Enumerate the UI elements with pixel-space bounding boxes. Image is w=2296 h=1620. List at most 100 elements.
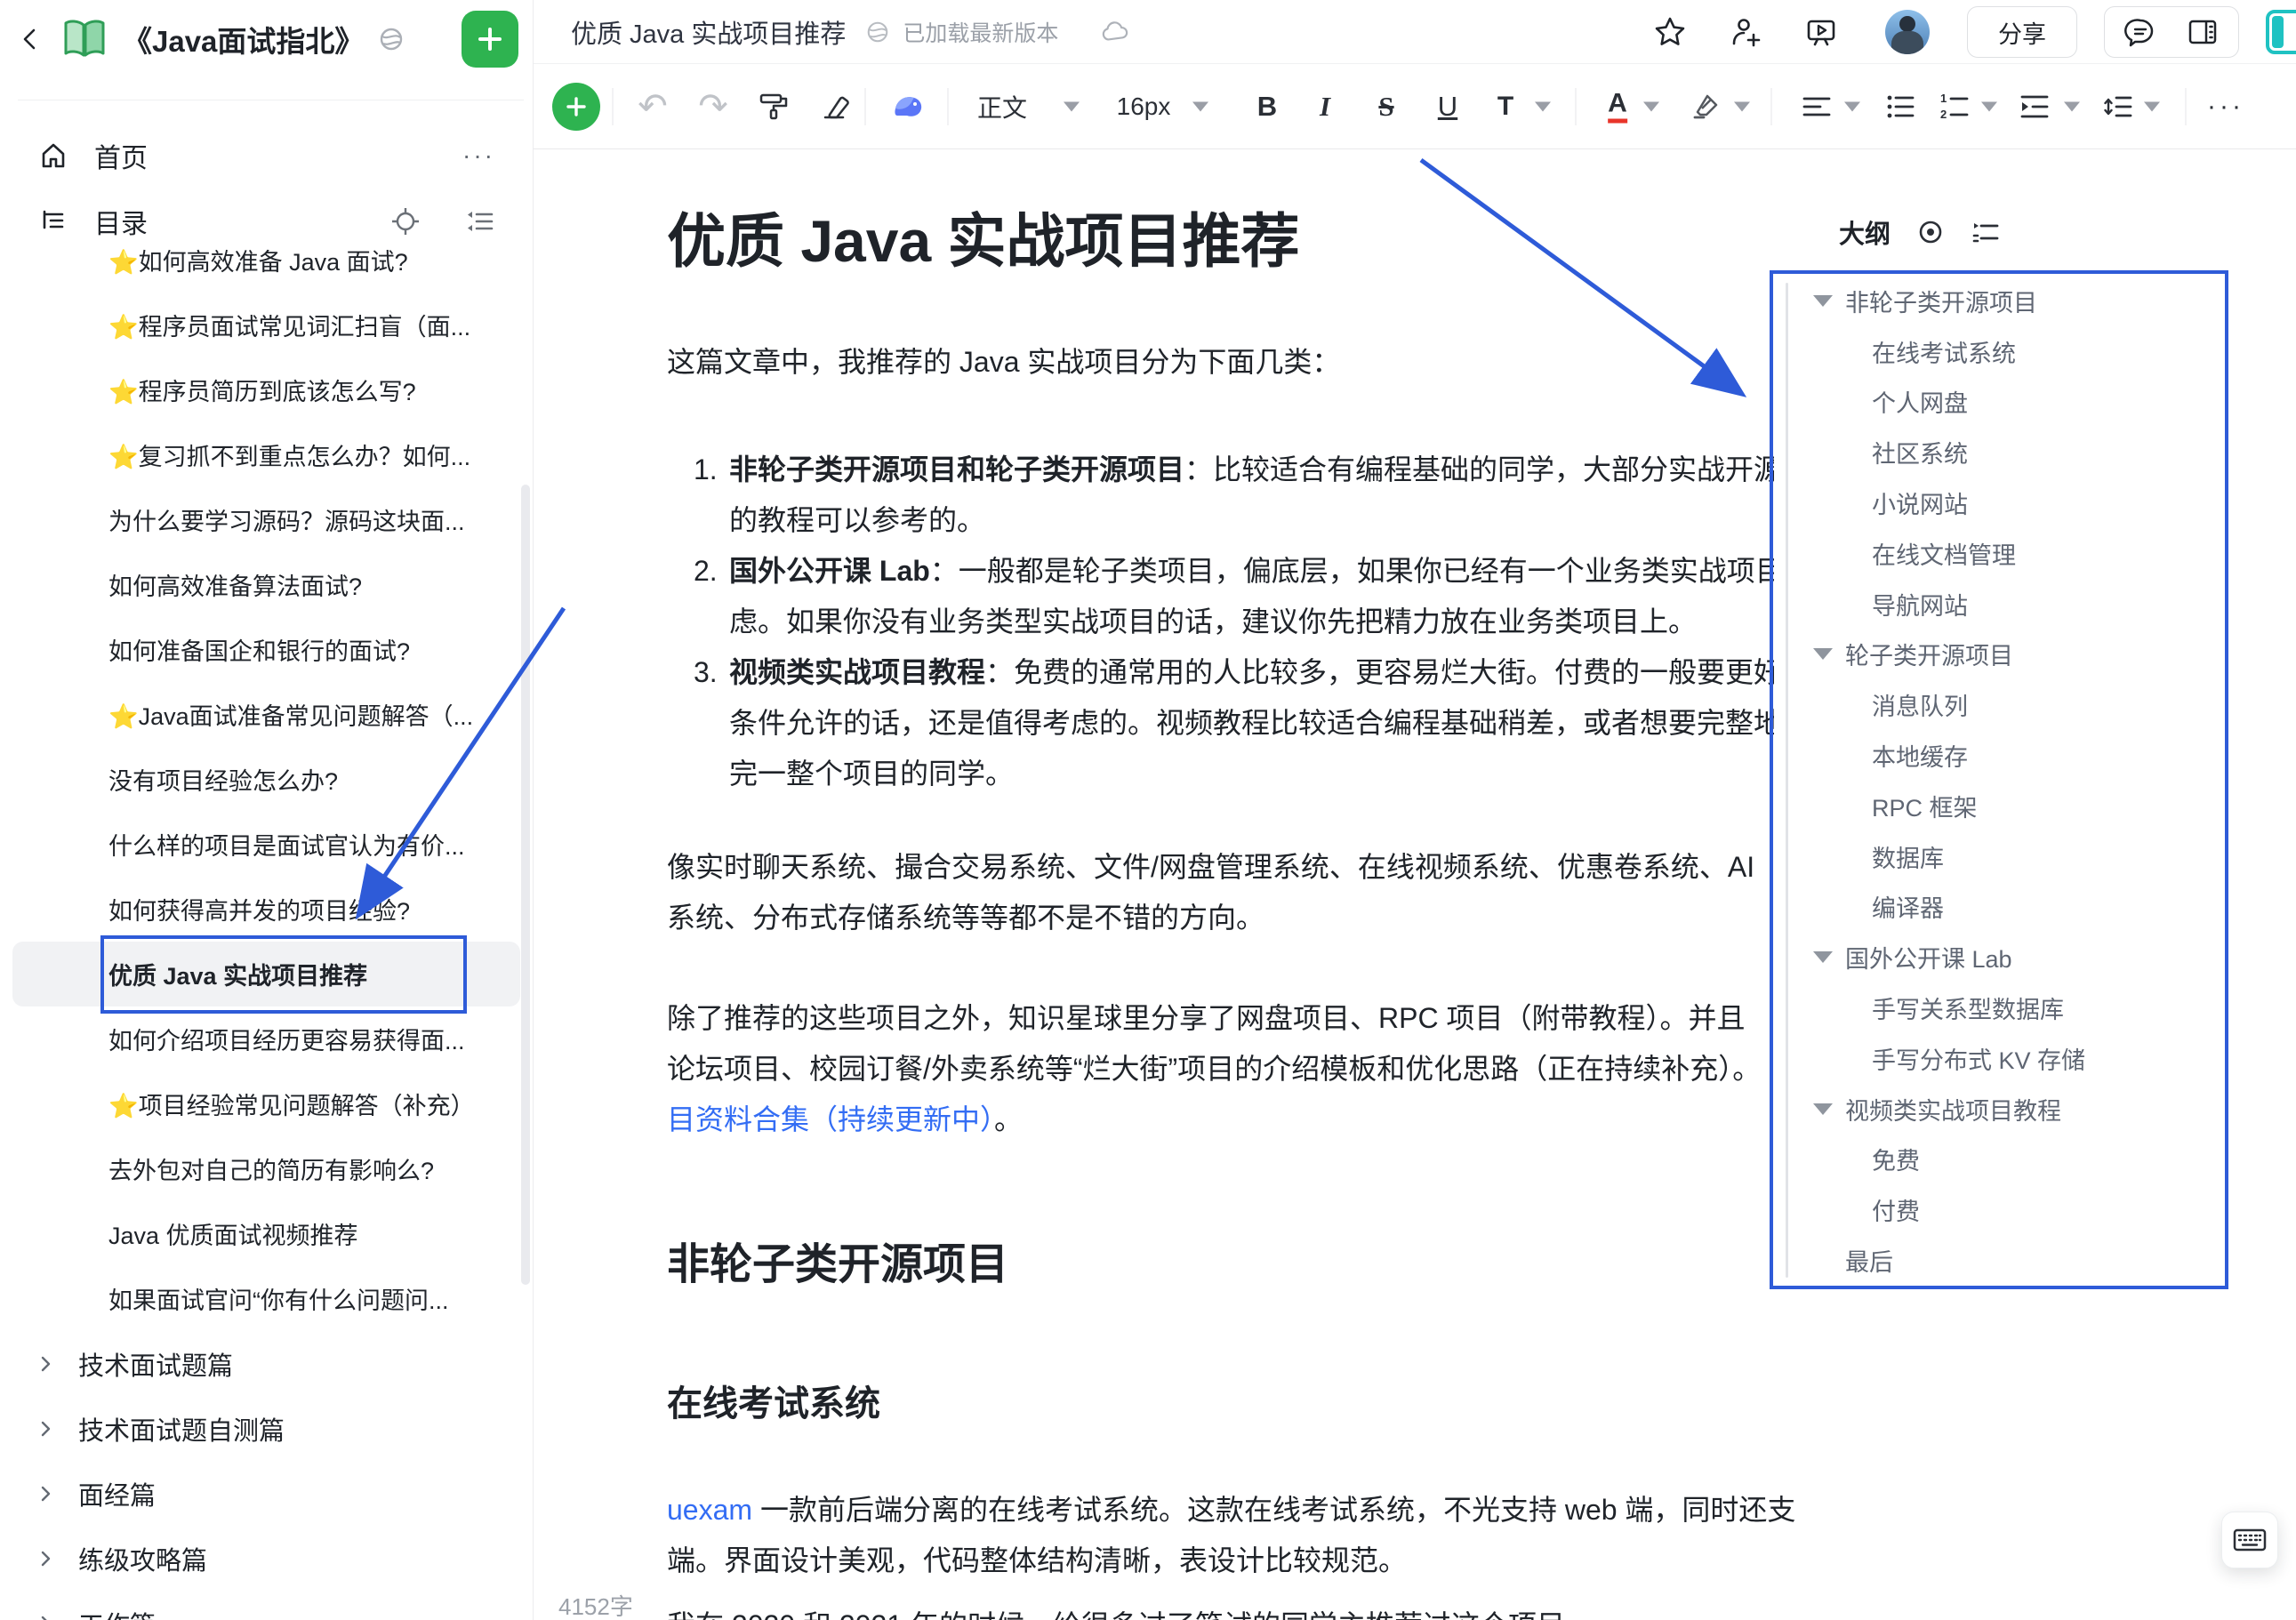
add-page-button[interactable] [462,11,518,68]
sidebar-section-item[interactable]: 技术面试题篇 [12,1331,520,1396]
chevron-down-icon[interactable] [1734,101,1750,111]
outline-item[interactable]: 编译器 [1774,882,2223,933]
chevron-down-icon[interactable] [2064,101,2080,111]
bold-button[interactable]: B [1257,91,1277,123]
sidebar-page-item[interactable]: 如何介绍项目经历更容易获得面... [12,1006,520,1071]
bullet-list-button[interactable] [1884,91,1916,123]
chevron-down-icon[interactable] [1643,101,1659,111]
outline-item[interactable]: 最后 [1774,1235,2223,1285]
sidebar-scrollbar[interactable] [521,485,530,1285]
font-color-button[interactable]: A [1608,90,1627,123]
header-actions: 分享 [1652,0,2296,64]
sidebar-page-item[interactable]: 如何高效准备算法面试? [12,552,520,617]
share-button[interactable]: 分享 [1967,6,2077,58]
sidebar-section-item[interactable]: 练级攻略篇 [12,1526,520,1591]
outline-item[interactable]: 小说网站 [1774,477,2223,528]
sidebar-section-item[interactable]: 技术面试题自测篇 [12,1396,520,1461]
outline-item[interactable]: 在线考试系统 [1774,326,2223,377]
sidebar-page-item[interactable]: 什么样的项目是面试官认为有价... [12,812,520,877]
outline-item[interactable]: 消息队列 [1774,679,2223,730]
numbered-list-button[interactable]: 12 [1939,91,1971,123]
sidebar-page-item[interactable]: 优质 Java 实战项目推荐 [12,942,520,1006]
back-button[interactable] [14,23,46,55]
outline-item[interactable]: 数据库 [1774,831,2223,882]
chevron-down-icon[interactable] [1981,101,1997,111]
outline-item[interactable]: RPC 框架 [1774,781,2223,831]
chevron-down-icon[interactable] [1813,648,1833,660]
outline-item[interactable]: 手写关系型数据库 [1774,982,2223,1033]
sidebar-page-label: 如何高效准备算法面试? [108,567,362,602]
undo-button[interactable]: ↶ [638,86,668,127]
sidebar-page-item[interactable]: ⭐项目经验常见问题解答（补充） [12,1071,520,1136]
more-icon[interactable]: ··· [462,141,495,170]
outline-list-icon[interactable] [1971,217,2001,247]
insert-block-button[interactable] [552,83,600,131]
sidebar-page-item[interactable]: 如何准备国企和银行的面试? [12,617,520,682]
sidebar-page-item[interactable]: ⭐程序员面试常见词汇扫盲（面... [12,293,520,357]
present-icon[interactable] [1803,14,1839,50]
chevron-down-icon[interactable] [1813,951,1833,963]
sidebar-page-item[interactable]: 如何获得高并发的项目经验? [12,877,520,942]
eye-icon[interactable] [1915,217,1946,247]
highlight-color-icon[interactable] [1690,91,1722,123]
format-painter-icon[interactable] [759,91,791,123]
outline-item[interactable]: 手写分布式 KV 存储 [1774,1033,2223,1084]
chevron-down-icon[interactable] [1535,101,1551,111]
eraser-icon[interactable] [818,91,850,123]
sidebar-page-item[interactable]: 去外包对自己的简历有影响么? [12,1136,520,1201]
sidebar-page-item[interactable]: ⭐复习抓不到重点怎么办？如何... [12,422,520,487]
doc-text: 视频类实战项目教程 [729,656,985,688]
comment-icon[interactable] [2124,16,2156,48]
sidebar-page-item[interactable]: ⭐如何高效准备 Java 面试? [12,228,520,293]
outline-item-label: 个人网盘 [1872,384,1968,419]
chevron-down-icon[interactable] [1064,101,1080,111]
sidebar-section-item[interactable]: 工作篇 [12,1591,520,1620]
outline-item[interactable]: 轮子类开源项目 [1774,630,2223,680]
italic-button[interactable]: I [1320,91,1330,123]
chevron-down-icon[interactable] [1844,101,1860,111]
underline-button[interactable]: U [1438,91,1457,123]
outline-item[interactable]: 个人网盘 [1774,377,2223,428]
add-collaborator-icon[interactable] [1729,14,1764,50]
sidebar-page-item[interactable]: ⭐Java面试准备常见问题解答（... [12,682,520,747]
outline-item[interactable]: 国外公开课 Lab [1774,932,2223,982]
doc-link[interactable]: uexam [667,1494,752,1526]
line-spacing-button[interactable] [2102,91,2134,123]
align-button[interactable] [1801,91,1833,123]
outline-item[interactable]: 视频类实战项目教程 [1774,1084,2223,1135]
strikethrough-button[interactable]: S [1378,91,1393,123]
sidebar-page-item[interactable]: 为什么要学习源码？源码这块面... [12,487,520,552]
star-icon[interactable] [1652,14,1688,50]
outline-item[interactable]: 付费 [1774,1184,2223,1235]
side-panel-toggle-icon[interactable] [2266,10,2296,54]
toolbar-more-button[interactable]: ··· [2207,92,2244,122]
outline-item[interactable]: 导航网站 [1774,579,2223,630]
keyboard-shortcuts-button[interactable] [2221,1512,2278,1568]
sidebar-page-item[interactable]: ⭐程序员简历到底该怎么写? [12,357,520,422]
outline-item[interactable]: 社区系统 [1774,427,2223,477]
sidebar-item-home[interactable]: 首页 ··· [12,126,520,185]
chevron-down-icon[interactable] [2144,101,2160,111]
clear-format-button[interactable]: T [1497,92,1513,122]
outline-item-label: 手写关系型数据库 [1872,990,2064,1025]
chevron-down-icon[interactable] [1813,295,1833,307]
avatar[interactable] [1885,10,1930,54]
ai-assistant-icon[interactable] [890,89,926,124]
sidebar-section-item[interactable]: 面经篇 [12,1461,520,1526]
sidebar-page-item[interactable]: 如果面试官问“你有什么问题问... [12,1266,520,1331]
chevron-down-icon[interactable] [1813,1103,1833,1115]
sidebar-layout-icon[interactable] [2187,16,2219,48]
outline-item[interactable]: 在线文档管理 [1774,528,2223,579]
redo-button[interactable]: ↷ [698,86,728,127]
doc-link[interactable]: 目资料合集（持续更新中） [667,1103,994,1135]
outline-item[interactable]: 本地缓存 [1774,730,2223,781]
chevron-down-icon[interactable] [1192,101,1208,111]
indent-button[interactable] [2019,91,2051,123]
sidebar-page-item[interactable]: 没有项目经验怎么办? [12,747,520,812]
outline-item[interactable]: 非轮子类开源项目 [1774,276,2223,326]
paragraph-style-select[interactable]: 正文 [977,89,1027,124]
font-size-select[interactable]: 16px [1117,92,1171,121]
outline-item[interactable]: 免费 [1774,1135,2223,1185]
sidebar-section-label: 练级攻略篇 [78,1540,207,1577]
sidebar-page-item[interactable]: Java 优质面试视频推荐 [12,1201,520,1266]
